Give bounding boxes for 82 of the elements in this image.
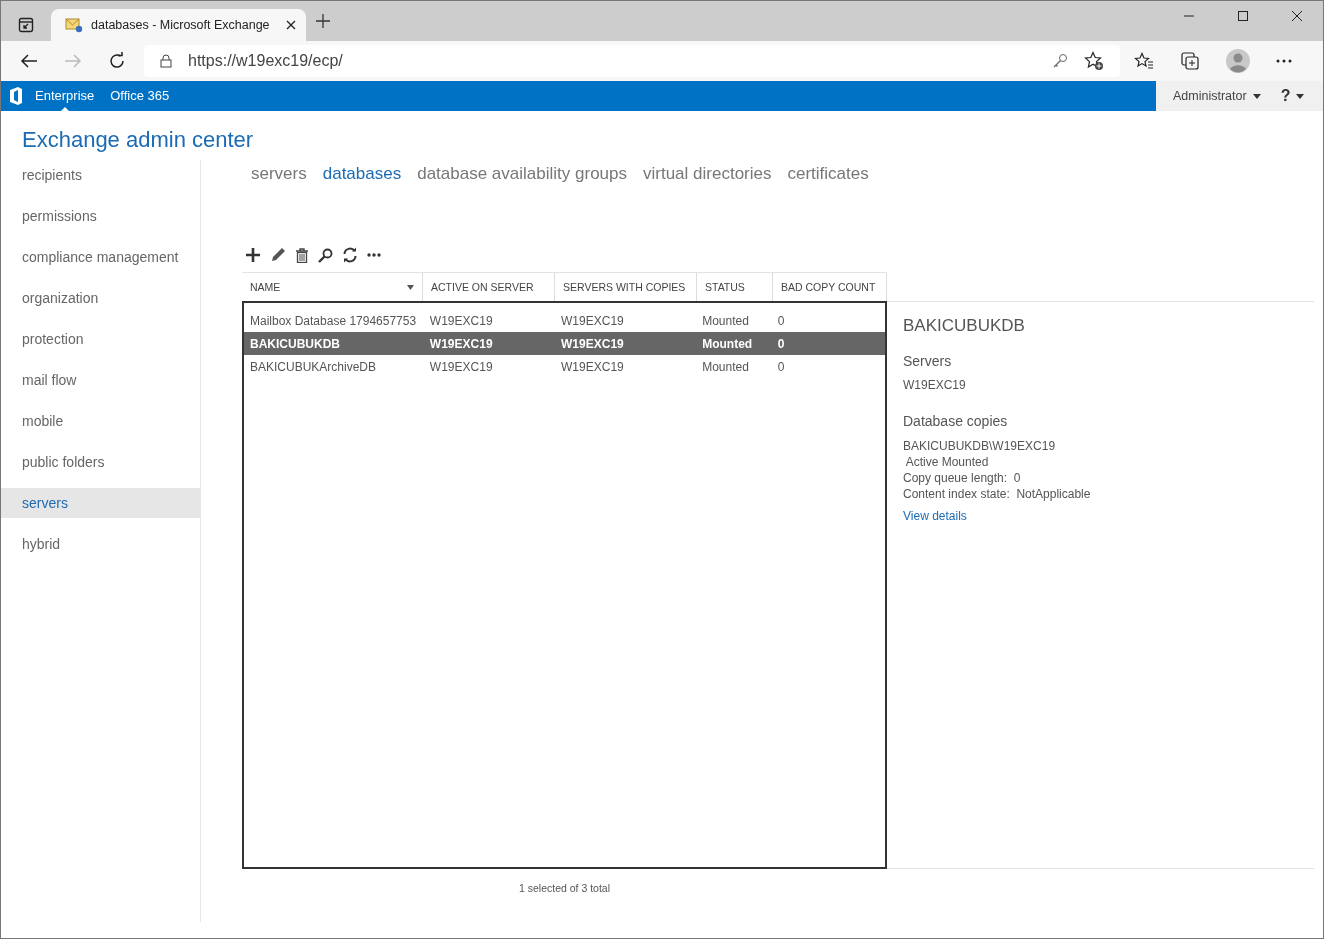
trash-icon[interactable] xyxy=(295,247,309,263)
view-details-link[interactable]: View details xyxy=(903,509,967,523)
table-cell-text: W19EXC19 xyxy=(428,336,494,351)
sidebar-item[interactable]: permissions xyxy=(1,201,200,231)
top-nav-link[interactable]: Enterprise xyxy=(35,81,95,111)
url-text: https://w19exc19/ecp/ xyxy=(188,52,343,70)
table-cell-text: 0 xyxy=(776,336,786,351)
table-cell-text: W19EXC19 xyxy=(428,359,494,374)
copy-detail-line: Copy queue length: 0 xyxy=(903,470,1022,486)
table-cell-text: BAKICUBUKArchiveDB xyxy=(249,359,378,374)
table-cell-text: W19EXC19 xyxy=(560,336,625,351)
table-cell-text: Mounted xyxy=(701,336,754,351)
more-icon[interactable] xyxy=(1276,59,1292,63)
table-cell-text: BAKICUBUKDB xyxy=(249,336,341,351)
sidebar-item[interactable]: mail flow xyxy=(1,365,200,395)
maximize-icon[interactable] xyxy=(1237,10,1249,22)
table-row[interactable]: BAKICUBUKArchiveDB W19EXC19 W19EXC19 Mounted 0 xyxy=(244,355,885,378)
sidebar-item[interactable]: hybrid xyxy=(1,529,200,559)
address-bar[interactable]: https://w19exc19/ecp/ xyxy=(144,45,1120,77)
sidebar-item[interactable]: compliance management xyxy=(1,242,200,272)
add-icon[interactable] xyxy=(245,247,261,263)
copy-detail-line: Content index state: NotApplicable xyxy=(903,486,1092,502)
sidebar-item[interactable]: protection xyxy=(1,324,200,354)
app-title: Exchange admin center xyxy=(21,126,255,154)
table-cell-text: W19EXC19 xyxy=(560,359,625,374)
column-header[interactable]: ACTIVE ON SERVER xyxy=(423,273,555,301)
sidebar-item[interactable]: organization xyxy=(1,283,200,313)
column-header[interactable]: SERVERS WITH COPIES xyxy=(555,273,697,301)
server-name: W19EXC19 xyxy=(903,378,967,392)
table-cell-text: Mounted xyxy=(701,313,750,328)
new-tab-icon[interactable] xyxy=(315,14,330,28)
key-icon[interactable] xyxy=(1052,53,1068,69)
copy-detail-line: BAKICUBUKDB\W19EXC19 xyxy=(903,438,1057,454)
search-icon[interactable] xyxy=(318,247,333,263)
sub-tab[interactable]: virtual directories xyxy=(643,164,772,194)
sidebar-item[interactable]: servers xyxy=(1,488,200,518)
caret-icon[interactable] xyxy=(1252,93,1261,99)
details-title: BAKICUBUKDB xyxy=(903,316,1026,336)
sub-tab[interactable]: certificates xyxy=(787,164,869,194)
user-menu[interactable]: Administrator xyxy=(1173,89,1247,103)
table-row[interactable]: Mailbox Database 1794657753 W19EXC19 W19EXC19 Mounted 0 xyxy=(244,309,885,332)
caret-icon[interactable] xyxy=(1296,93,1305,99)
collections-icon[interactable] xyxy=(1180,51,1200,71)
column-header[interactable]: BAD COPY COUNT xyxy=(773,273,887,301)
pencil-icon[interactable] xyxy=(270,247,286,263)
close-icon[interactable] xyxy=(1291,10,1303,22)
section-heading: Servers xyxy=(903,353,953,369)
table-cell-text: 0 xyxy=(776,313,786,328)
column-header[interactable]: NAME xyxy=(242,273,423,301)
top-nav-link[interactable]: Office 365 xyxy=(110,81,170,111)
envelope-icon xyxy=(65,17,83,33)
sub-tab[interactable]: servers xyxy=(251,164,307,194)
add-favorite-icon[interactable] xyxy=(1084,51,1104,71)
favorites-icon[interactable] xyxy=(1134,52,1154,70)
browser-tab[interactable]: databases - Microsoft Exchange xyxy=(51,9,306,41)
office-logo-icon xyxy=(9,87,23,105)
tab-title: databases - Microsoft Exchange xyxy=(91,18,270,32)
sidebar-item[interactable]: recipients xyxy=(1,160,200,190)
help-menu[interactable]: ? xyxy=(1280,87,1291,105)
sidebar-item[interactable]: public folders xyxy=(1,447,200,477)
caret-icon[interactable] xyxy=(407,284,414,290)
sidebar-item[interactable]: mobile xyxy=(1,406,200,436)
table-cell-text: W19EXC19 xyxy=(428,313,494,328)
back-icon[interactable] xyxy=(20,53,38,69)
table-cell-text: W19EXC19 xyxy=(560,313,625,328)
table-row[interactable]: BAKICUBUKDB W19EXC19 W19EXC19 Mounted 0 xyxy=(244,332,885,355)
refresh-icon[interactable] xyxy=(108,52,126,70)
more-icon[interactable] xyxy=(367,253,381,257)
copy-detail-line: Active Mounted xyxy=(904,454,990,470)
sub-tab[interactable]: database availability groups xyxy=(417,164,627,194)
sub-tab[interactable]: databases xyxy=(322,164,402,194)
tab-actions-icon[interactable] xyxy=(18,17,34,33)
section-heading: Database copies xyxy=(903,413,1009,429)
profile-avatar-icon[interactable] xyxy=(1226,49,1250,73)
selection-status: 1 selected of 3 total xyxy=(517,881,612,894)
close-icon[interactable] xyxy=(285,20,296,30)
refresh-icon[interactable] xyxy=(342,247,358,263)
lock-icon xyxy=(160,54,172,68)
column-header[interactable]: STATUS xyxy=(697,273,773,301)
table-cell-text: Mounted xyxy=(701,359,750,374)
table-cell-text: 0 xyxy=(776,359,786,374)
table-cell-text: Mailbox Database 1794657753 xyxy=(249,313,418,328)
